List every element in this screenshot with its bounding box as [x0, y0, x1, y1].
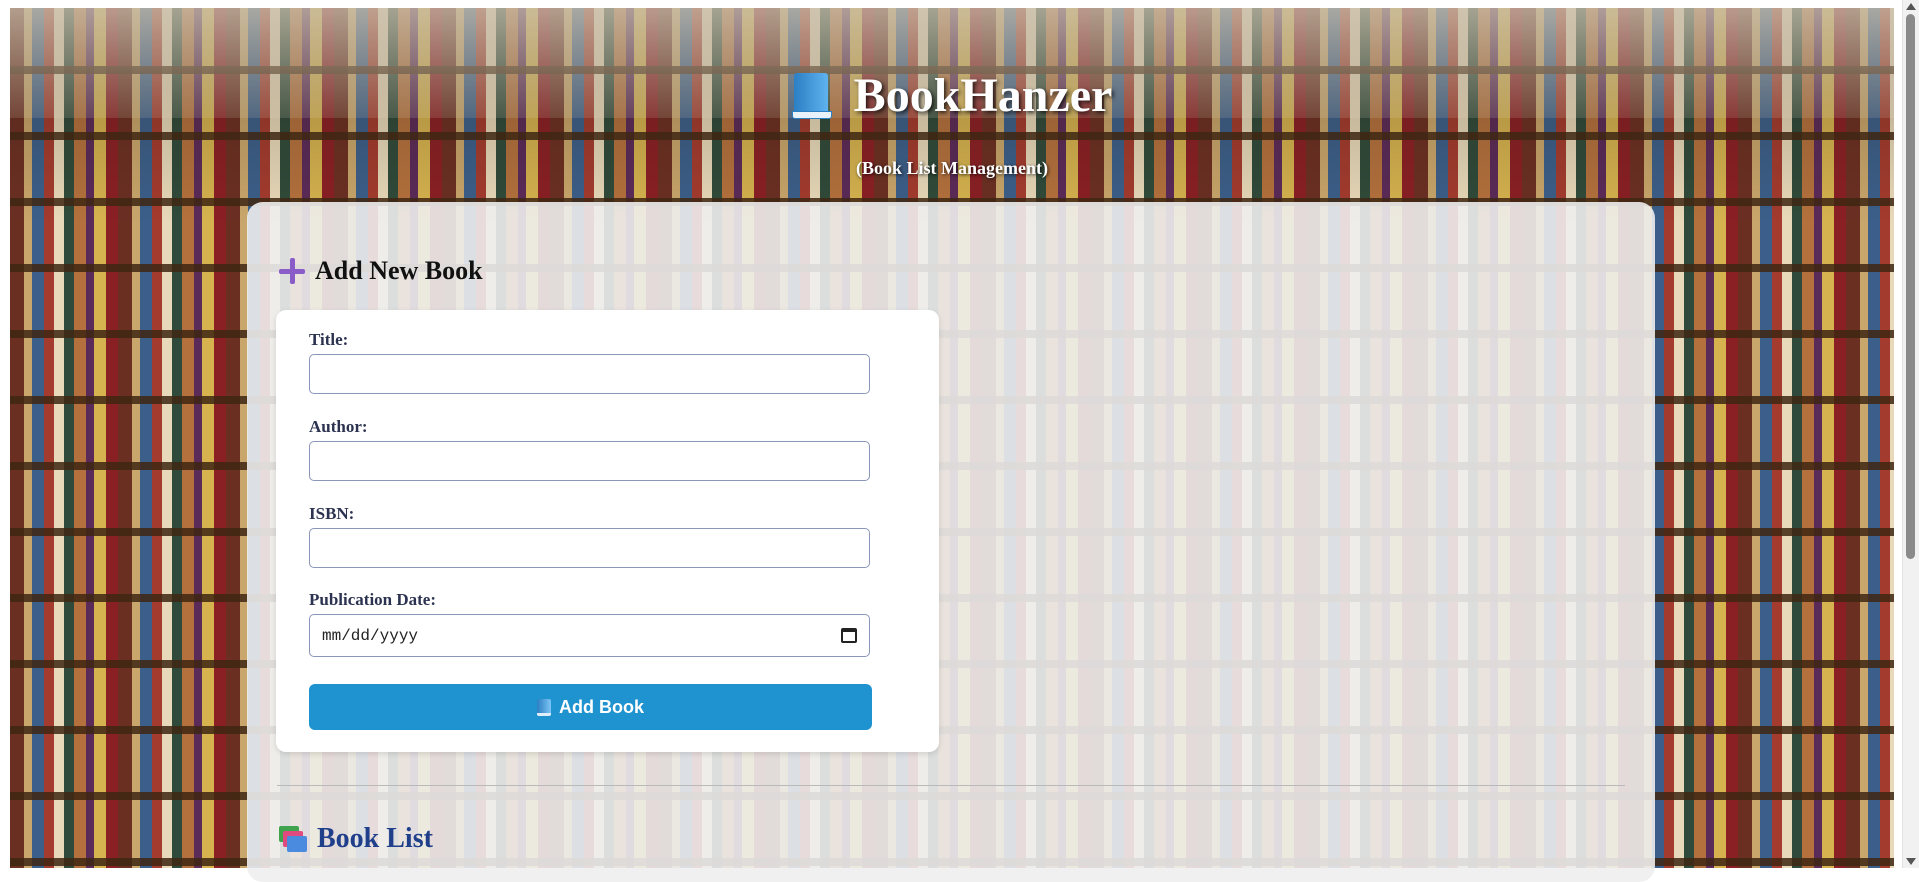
date-placeholder: mm/dd/yyyy	[322, 626, 419, 645]
vertical-scrollbar[interactable]	[1902, 0, 1919, 868]
blue-book-icon	[791, 72, 832, 119]
add-book-button[interactable]: Add Book	[309, 684, 872, 730]
app-title: BookHanzer	[853, 69, 1113, 122]
add-book-button-label: Add Book	[559, 696, 644, 717]
isbn-input[interactable]	[309, 528, 870, 568]
add-book-heading: Add New Book	[279, 256, 483, 286]
page-header: BookHanzer (Book List Management)	[10, 8, 1894, 198]
book-list-heading: Book List	[279, 823, 433, 855]
books-stack-icon	[279, 826, 307, 852]
app-subtitle: (Book List Management)	[856, 158, 1048, 178]
publication-date-label: Publication Date:	[309, 590, 437, 609]
scrollbar-thumb[interactable]	[1906, 14, 1915, 559]
author-label: Author:	[309, 417, 368, 436]
scroll-up-icon[interactable]	[1906, 3, 1916, 10]
brand: BookHanzer	[10, 68, 1894, 123]
plus-icon	[279, 258, 305, 284]
add-book-form: Title: Author: ISBN: Publication Date: m…	[276, 310, 939, 752]
main-panel: Add New Book Title: Author: ISBN: Public…	[247, 202, 1655, 882]
title-input[interactable]	[309, 354, 870, 394]
book-list-heading-text: Book List	[317, 823, 433, 854]
author-input[interactable]	[309, 441, 870, 481]
isbn-label: ISBN:	[309, 504, 355, 523]
publication-date-input[interactable]: mm/dd/yyyy	[309, 614, 870, 657]
blue-book-icon	[537, 698, 551, 716]
add-book-heading-text: Add New Book	[315, 256, 483, 285]
scroll-down-icon[interactable]	[1906, 858, 1916, 865]
calendar-icon[interactable]	[841, 628, 857, 643]
title-label: Title:	[309, 330, 349, 349]
section-divider	[277, 785, 1625, 786]
